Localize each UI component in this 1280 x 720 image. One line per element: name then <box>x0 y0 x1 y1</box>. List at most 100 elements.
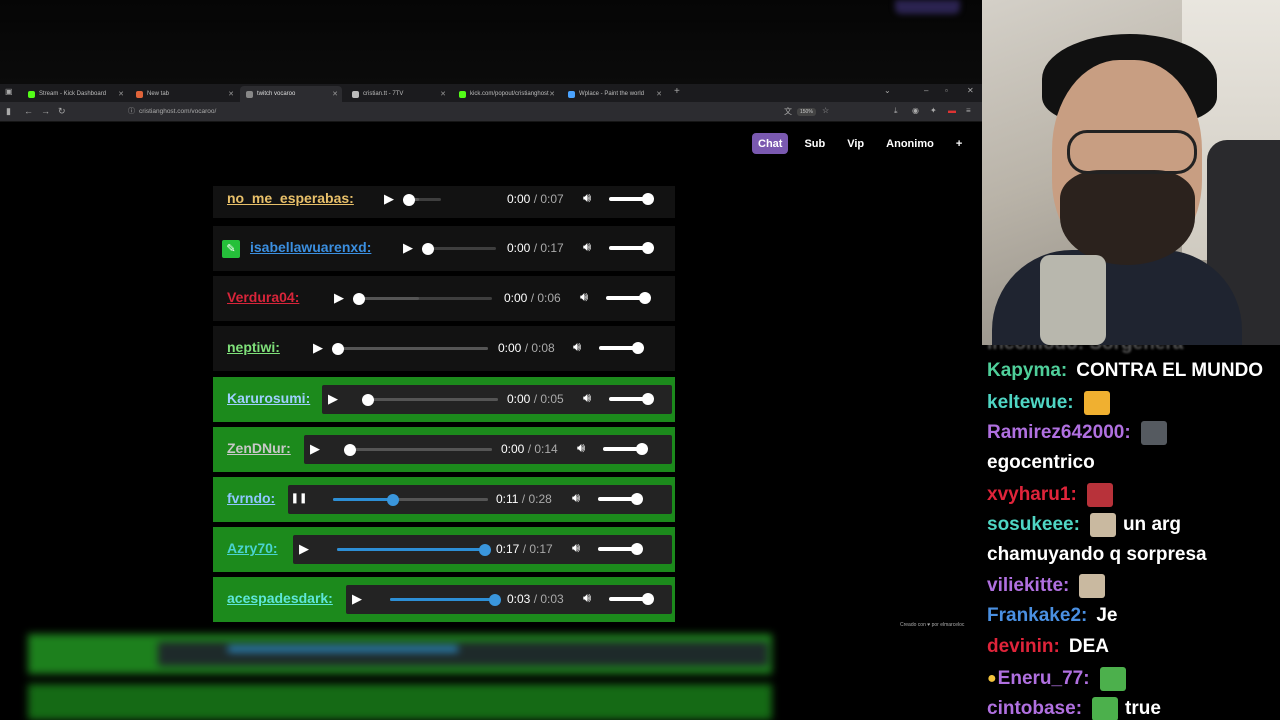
close-tab-icon[interactable]: ✕ <box>549 90 555 98</box>
username-link[interactable]: Azry70: <box>227 540 278 556</box>
seek-slider[interactable] <box>344 443 492 456</box>
close-window-icon[interactable]: ✕ <box>967 86 974 95</box>
download-icon[interactable]: ⤓ <box>894 106 898 116</box>
seek-handle[interactable] <box>479 543 491 556</box>
seek-handle[interactable] <box>332 342 344 355</box>
seek-slider[interactable] <box>353 292 492 305</box>
tab-0[interactable]: Stream - Kick Dashboard ✕ <box>22 86 128 102</box>
play-button[interactable]: ▶ <box>395 240 421 256</box>
close-tab-icon[interactable]: ✕ <box>118 90 124 98</box>
volume-slider[interactable] <box>609 242 654 254</box>
volume-handle[interactable] <box>639 292 651 304</box>
tab-4[interactable]: kick.com/popout/cristianghost ✕ <box>453 86 559 102</box>
volume-handle[interactable] <box>642 242 654 254</box>
volume-slider[interactable] <box>603 443 648 455</box>
seek-slider[interactable] <box>332 342 488 355</box>
new-tab-button[interactable]: + <box>674 86 680 97</box>
volume-icon[interactable]: 🔊︎ <box>583 239 591 255</box>
volume-handle[interactable] <box>631 543 643 555</box>
chat-username[interactable]: sosukeee: <box>987 514 1080 536</box>
vip-filter-button[interactable]: Vip <box>841 133 870 154</box>
chat-username[interactable]: Frankake2: <box>987 605 1087 627</box>
pause-button[interactable]: ❚❚ <box>286 493 312 504</box>
chat-username[interactable]: xvyharu1: <box>987 484 1077 506</box>
play-button[interactable]: ▶ <box>320 391 346 407</box>
volume-handle[interactable] <box>642 593 654 605</box>
back-icon[interactable]: ← <box>24 106 33 116</box>
play-button[interactable]: ▶ <box>376 191 402 207</box>
username-link[interactable]: no_me_esperabas: <box>227 190 354 206</box>
volume-slider[interactable] <box>606 292 651 304</box>
volume-slider[interactable] <box>598 543 643 555</box>
add-filter-button[interactable]: + <box>950 133 968 154</box>
username-link[interactable]: neptiwi: <box>227 339 280 355</box>
volume-icon[interactable]: 🔊︎ <box>577 440 585 456</box>
volume-slider[interactable] <box>609 393 654 405</box>
sub-filter-button[interactable]: Sub <box>798 133 831 154</box>
minimize-icon[interactable]: – <box>924 86 928 95</box>
volume-icon[interactable]: 🔊︎ <box>572 490 580 506</box>
chat-username[interactable]: cintobase: <box>987 698 1082 720</box>
profile-icon[interactable]: ◉ <box>912 106 919 115</box>
anonimo-filter-button[interactable]: Anonimo <box>880 133 940 154</box>
seek-slider[interactable] <box>422 242 496 255</box>
seek-slider[interactable] <box>362 393 498 406</box>
play-button[interactable]: ▶ <box>302 441 328 457</box>
volume-icon[interactable]: 🔊︎ <box>583 390 591 406</box>
tab-5[interactable]: Wplace - Paint the world ✕ <box>562 86 666 102</box>
seek-slider[interactable] <box>333 493 488 506</box>
tab-list-icon[interactable]: ⌄ <box>884 86 891 95</box>
volume-slider[interactable] <box>609 593 654 605</box>
seek-handle[interactable] <box>422 242 434 255</box>
forward-icon[interactable]: → <box>41 106 50 116</box>
username-link[interactable]: Karurosumi: <box>227 390 310 406</box>
volume-slider[interactable] <box>598 493 643 505</box>
play-button[interactable]: ▶ <box>305 340 331 356</box>
seek-handle[interactable] <box>353 292 365 305</box>
chat-username[interactable]: viliekitte: <box>987 575 1069 597</box>
tab-2[interactable]: twitch vocaroo ✕ <box>240 86 342 102</box>
menu-icon[interactable]: ≡ <box>966 106 971 115</box>
seek-handle[interactable] <box>362 393 374 406</box>
volume-slider[interactable] <box>599 342 644 354</box>
volume-handle[interactable] <box>642 193 654 205</box>
username-link[interactable]: Verdura04: <box>227 289 299 305</box>
volume-handle[interactable] <box>631 493 643 505</box>
close-tab-icon[interactable]: ✕ <box>440 90 446 98</box>
address-bar[interactable]: ⓘ cristianghost.com/vocaroo/ <box>128 106 216 116</box>
chat-username[interactable]: Ramirez642000: <box>987 422 1131 444</box>
tab-3[interactable]: cristian.tt - 7TV ✕ <box>346 86 450 102</box>
volume-handle[interactable] <box>632 342 644 354</box>
username-link[interactable]: isabellawuarenxd: <box>250 239 371 255</box>
chat-username[interactable]: keltewue: <box>987 392 1074 414</box>
close-tab-icon[interactable]: ✕ <box>228 90 234 98</box>
volume-icon[interactable]: 🔊︎ <box>583 190 591 206</box>
seek-slider[interactable] <box>337 543 491 556</box>
volume-icon[interactable]: 🔊︎ <box>573 339 581 355</box>
translate-icon[interactable]: 文 <box>784 106 792 117</box>
seek-slider[interactable] <box>390 593 501 606</box>
bookmark-star-icon[interactable]: ☆ <box>822 106 829 115</box>
reload-icon[interactable]: ↻ <box>58 106 66 117</box>
record-icon[interactable]: ▬ <box>948 106 956 115</box>
volume-handle[interactable] <box>636 443 648 455</box>
volume-handle[interactable] <box>642 393 654 405</box>
seek-handle[interactable] <box>344 443 356 456</box>
close-tab-icon[interactable]: ✕ <box>656 90 662 98</box>
tab-1[interactable]: New tab ✕ <box>130 86 238 102</box>
username-link[interactable]: ZenDNur: <box>227 440 291 456</box>
username-link[interactable]: fvrndo: <box>227 490 275 506</box>
username-link[interactable]: acespadesdark: <box>227 590 333 606</box>
chat-filter-button[interactable]: Chat <box>752 133 789 154</box>
zoom-badge[interactable]: 150% <box>797 108 816 116</box>
tab-overview-icon[interactable]: ▣ <box>5 87 13 96</box>
chat-username[interactable]: Eneru_77: <box>998 668 1090 690</box>
site-info-icon[interactable]: ⓘ <box>128 106 135 116</box>
volume-icon[interactable]: 🔊︎ <box>572 540 580 556</box>
chat-username[interactable]: devinin: <box>987 636 1060 658</box>
maximize-icon[interactable]: ▫ <box>945 86 948 95</box>
volume-slider[interactable] <box>609 193 654 205</box>
chat-username[interactable]: Kapyma: <box>987 360 1067 382</box>
play-button[interactable]: ▶ <box>291 541 317 557</box>
sidebar-icon[interactable]: ▮ <box>6 106 11 117</box>
